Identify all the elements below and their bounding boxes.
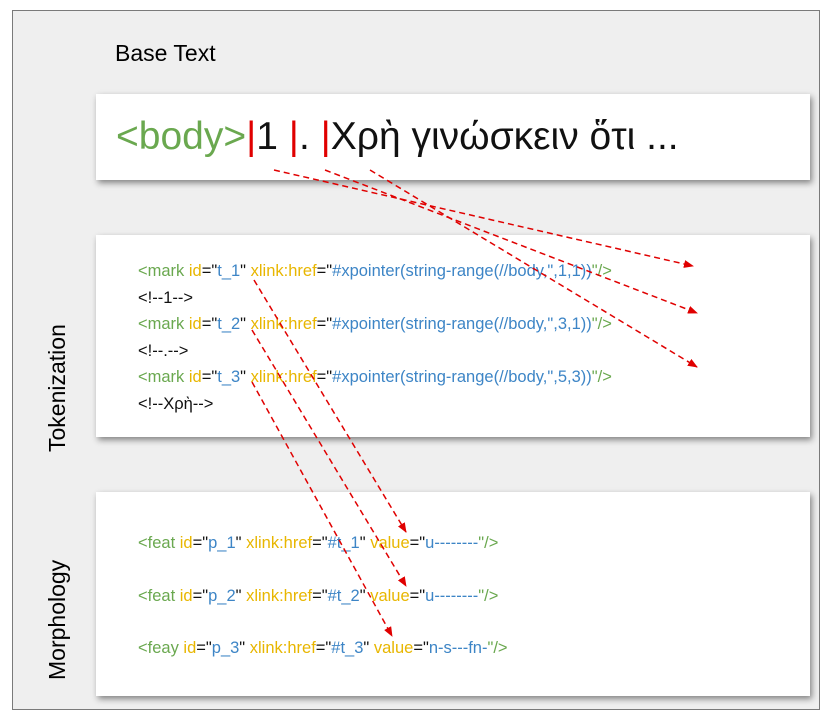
arrow-mark3-to-feat3 xyxy=(251,381,393,637)
arrow-token3-to-mark3 xyxy=(369,169,698,368)
arrow-token2-to-mark2 xyxy=(324,169,698,314)
arrow-mark2-to-feat2 xyxy=(251,329,407,587)
pointer-arrows xyxy=(251,169,698,637)
arrow-mark1-to-feat1 xyxy=(253,279,407,533)
arrow-token1-to-mark1 xyxy=(273,169,694,268)
